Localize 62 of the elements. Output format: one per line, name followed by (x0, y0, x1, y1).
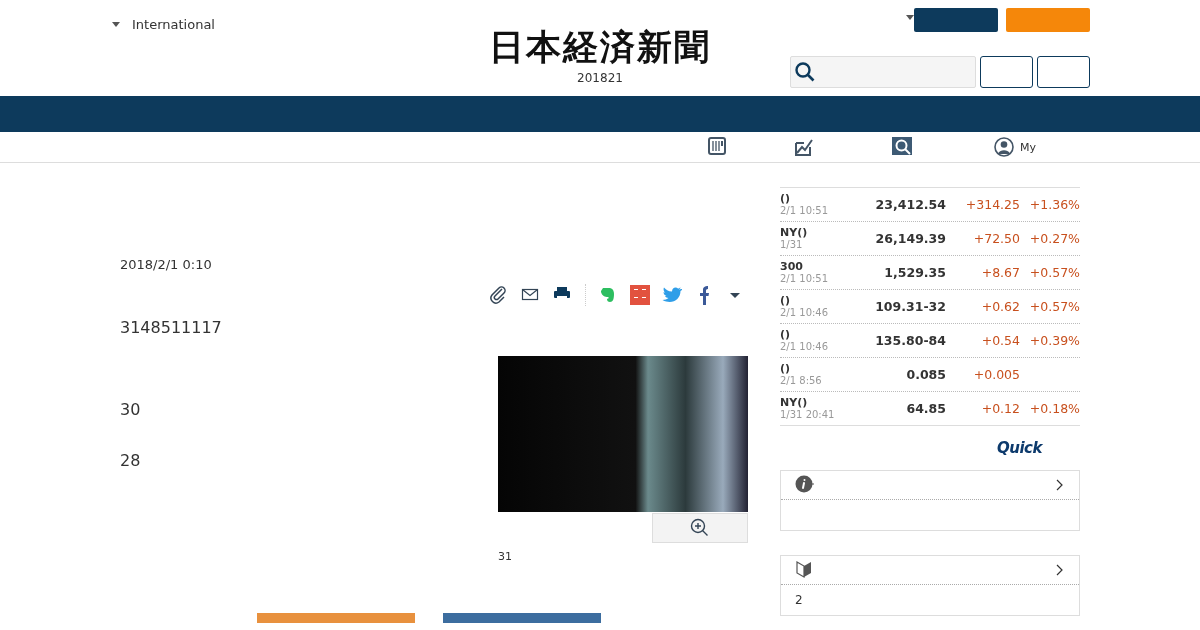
search-field[interactable] (790, 56, 976, 88)
chart-icon[interactable] (793, 137, 813, 157)
market-percent: +0.27% (1029, 231, 1080, 246)
market-price: 26,149.39 (874, 231, 946, 246)
edition-date: 201821 (577, 71, 623, 85)
market-price: 1,529.35 (883, 265, 946, 280)
market-change: +0.005 (973, 367, 1020, 382)
market-price: 109.31-32 (874, 299, 946, 314)
market-time: 1/31 20:41 (780, 408, 836, 421)
caret-icon[interactable] (906, 15, 914, 20)
market-price: 135.80-84 (874, 333, 946, 348)
market-change: +0.54 (981, 333, 1020, 348)
market-time: 2/1 10:51 (780, 204, 830, 217)
panel-text: 2 (795, 593, 803, 607)
region-link[interactable]: International (112, 17, 215, 32)
article-text: 3148511117 (120, 318, 223, 337)
market-name[interactable]: () (780, 362, 860, 375)
market-time: 1/31 (780, 238, 804, 251)
market-price: 23,412.54 (874, 197, 946, 212)
user-icon (994, 137, 1014, 157)
market-time: 2/1 8:56 (780, 374, 823, 387)
market-change: +314.25 (965, 197, 1020, 212)
header-button[interactable] (1037, 56, 1090, 88)
market-name[interactable]: NY() (780, 226, 860, 239)
market-percent: +0.18% (1029, 401, 1080, 416)
market-name[interactable]: () (780, 328, 860, 341)
search-icon (795, 62, 815, 82)
market-time: 2/1 10:51 (780, 272, 830, 285)
market-percent: +0.39% (1029, 333, 1080, 348)
market-name[interactable]: NY() (780, 396, 860, 409)
caret-icon (112, 22, 120, 27)
search-icon[interactable] (892, 137, 912, 157)
article-date: 2018/2/1 0:10 (120, 257, 213, 273)
market-change: +0.12 (981, 401, 1020, 416)
zoom-button[interactable] (652, 513, 748, 543)
market-change: +72.50 (973, 231, 1020, 246)
chevron-icon (1055, 564, 1065, 576)
info-icon (795, 475, 815, 495)
market-name[interactable]: () (780, 294, 860, 307)
market-change: +8.67 (981, 265, 1020, 280)
market-name[interactable]: () (780, 192, 860, 205)
photo-caption: 31 (498, 550, 512, 563)
article-text: 30 (120, 400, 141, 419)
chevron-icon (1055, 479, 1065, 491)
market-percent: +0.57% (1029, 299, 1080, 314)
article-text: 28 (120, 451, 141, 470)
market-time: 2/1 10:46 (780, 306, 830, 319)
zoom-in-icon (690, 518, 710, 538)
market-price: 0.085 (905, 367, 946, 382)
twitter-icon[interactable] (662, 285, 682, 305)
market-time: 2/1 10:46 (780, 340, 830, 353)
market-change: +0.62 (981, 299, 1020, 314)
header-button[interactable] (980, 56, 1033, 88)
table-icon[interactable] (708, 137, 728, 157)
subnav-link[interactable]: My (994, 137, 1036, 157)
market-name[interactable]: 300 (780, 260, 860, 273)
market-price: 64.85 (905, 401, 946, 416)
logo[interactable]: 日本経済新聞 (489, 26, 711, 68)
clip-icon[interactable] (489, 285, 509, 305)
market-percent: +0.57% (1029, 265, 1080, 280)
quick-logo[interactable]: Quick (997, 439, 1042, 457)
market-percent: +1.36% (1029, 197, 1080, 212)
